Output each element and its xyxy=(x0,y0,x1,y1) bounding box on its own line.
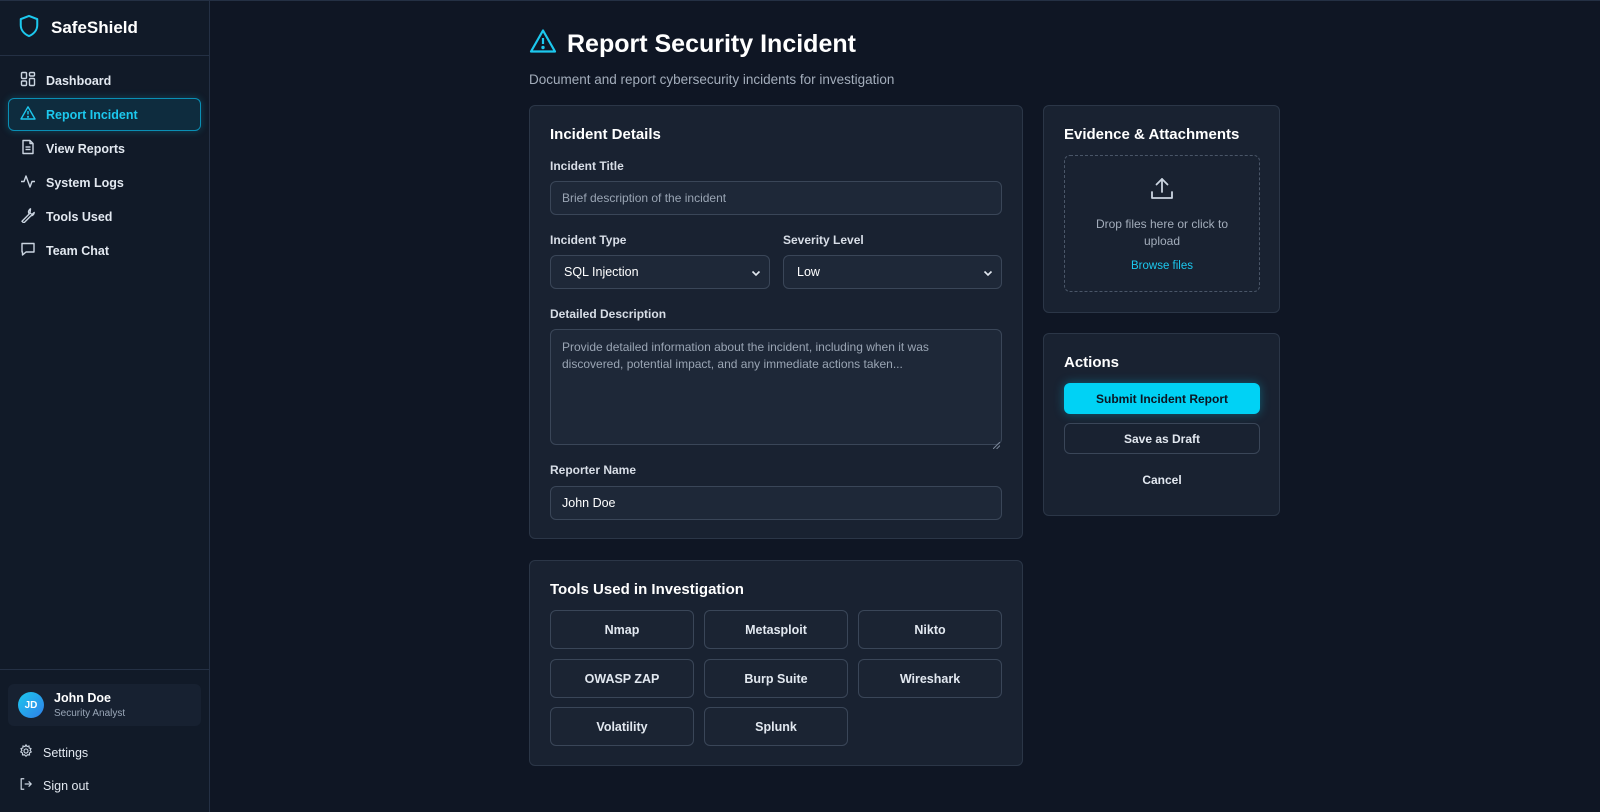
activity-icon xyxy=(20,173,46,192)
user-name: John Doe xyxy=(54,691,111,705)
save-draft-button[interactable]: Save as Draft xyxy=(1064,423,1260,454)
cancel-button[interactable]: Cancel xyxy=(1064,464,1260,495)
tool-owasp-zap-button[interactable]: OWASP ZAP xyxy=(550,659,694,698)
tool-splunk-button[interactable]: Splunk xyxy=(704,707,848,746)
incident-details-card: Incident Details Incident Title Incident… xyxy=(529,105,1023,539)
sidebar: SafeShield Dashboard Report Incident Vie… xyxy=(0,0,210,812)
sidebar-item-label: View Reports xyxy=(46,141,125,156)
sidebar-item-label: Tools Used xyxy=(46,209,113,224)
page-title: Report Security Incident xyxy=(567,30,856,58)
alert-triangle-icon xyxy=(529,28,567,61)
sidebar-footer: JD John Doe Security Analyst Settings Si… xyxy=(0,669,209,812)
settings-label: Settings xyxy=(43,745,89,760)
page-header: Report Security Incident Document and re… xyxy=(529,28,894,87)
severity-label: Severity Level xyxy=(783,233,864,247)
upload-icon xyxy=(1065,176,1259,207)
document-icon xyxy=(20,139,46,158)
brand-name: SafeShield xyxy=(51,18,138,37)
resize-handle-icon[interactable] xyxy=(992,436,1001,450)
tool-burp-suite-button[interactable]: Burp Suite xyxy=(704,659,848,698)
top-border xyxy=(210,0,1600,1)
tool-wireshark-button[interactable]: Wireshark xyxy=(858,659,1002,698)
severity-value: Low xyxy=(797,265,820,279)
sidebar-item-report-incident[interactable]: Report Incident xyxy=(8,98,201,131)
chevron-down-icon xyxy=(751,267,761,277)
wrench-icon xyxy=(20,207,46,226)
submit-report-button[interactable]: Submit Incident Report xyxy=(1064,383,1260,414)
reporter-label: Reporter Name xyxy=(550,463,637,477)
user-card[interactable]: JD John Doe Security Analyst xyxy=(8,684,201,726)
gear-icon xyxy=(19,743,43,761)
severity-select[interactable]: Low xyxy=(783,255,1002,289)
sidebar-item-label: Report Incident xyxy=(46,107,138,122)
sidebar-item-tools-used[interactable]: Tools Used xyxy=(8,200,201,233)
tool-volatility-button[interactable]: Volatility xyxy=(550,707,694,746)
sidebar-item-view-reports[interactable]: View Reports xyxy=(8,132,201,165)
chevron-down-icon xyxy=(983,267,993,277)
sign-out-link[interactable]: Sign out xyxy=(8,769,201,802)
actions-card: Actions Submit Incident Report Save as D… xyxy=(1043,333,1280,516)
file-dropzone[interactable]: Drop files here or click to upload Brows… xyxy=(1064,155,1260,292)
tool-nmap-button[interactable]: Nmap xyxy=(550,610,694,649)
alert-triangle-icon xyxy=(20,105,46,124)
incident-type-select[interactable]: SQL Injection xyxy=(550,255,770,289)
drop-text: Drop files here or click to upload xyxy=(1095,217,1229,248)
settings-link[interactable]: Settings xyxy=(8,736,201,769)
sidebar-item-team-chat[interactable]: Team Chat xyxy=(8,234,201,267)
evidence-card: Evidence & Attachments Drop files here o… xyxy=(1043,105,1280,313)
description-label: Detailed Description xyxy=(550,307,667,321)
tools-title: Tools Used in Investigation xyxy=(550,581,744,598)
description-textarea[interactable] xyxy=(550,329,1002,445)
chat-icon xyxy=(20,241,46,260)
incident-details-title: Incident Details xyxy=(550,126,661,143)
page-title-row: Report Security Incident xyxy=(529,28,894,61)
tool-nikto-button[interactable]: Nikto xyxy=(858,610,1002,649)
shield-icon xyxy=(18,14,40,43)
actions-title: Actions xyxy=(1064,354,1120,371)
tools-card: Tools Used in Investigation Nmap Metaspl… xyxy=(529,560,1023,766)
sidebar-item-system-logs[interactable]: System Logs xyxy=(8,166,201,199)
incident-title-label: Incident Title xyxy=(550,159,624,173)
incident-type-label: Incident Type xyxy=(550,233,627,247)
brand[interactable]: SafeShield xyxy=(0,1,209,56)
sign-out-icon xyxy=(19,777,43,794)
sidebar-item-label: Team Chat xyxy=(46,243,109,258)
browse-files-link[interactable]: Browse files xyxy=(1131,260,1193,272)
incident-title-input[interactable] xyxy=(550,181,1002,215)
sidebar-nav: Dashboard Report Incident View Reports S… xyxy=(0,56,209,267)
sign-out-label: Sign out xyxy=(43,778,89,793)
sidebar-item-label: Dashboard xyxy=(46,73,112,88)
tool-metasploit-button[interactable]: Metasploit xyxy=(704,610,848,649)
incident-type-value: SQL Injection xyxy=(564,265,639,279)
evidence-title: Evidence & Attachments xyxy=(1064,126,1240,143)
dashboard-icon xyxy=(20,71,46,90)
sidebar-item-dashboard[interactable]: Dashboard xyxy=(8,64,201,97)
sidebar-item-label: System Logs xyxy=(46,175,124,190)
user-role: Security Analyst xyxy=(54,708,126,719)
page-subtitle: Document and report cybersecurity incide… xyxy=(529,72,895,87)
reporter-name-input[interactable] xyxy=(550,486,1002,520)
avatar: JD xyxy=(18,692,44,718)
